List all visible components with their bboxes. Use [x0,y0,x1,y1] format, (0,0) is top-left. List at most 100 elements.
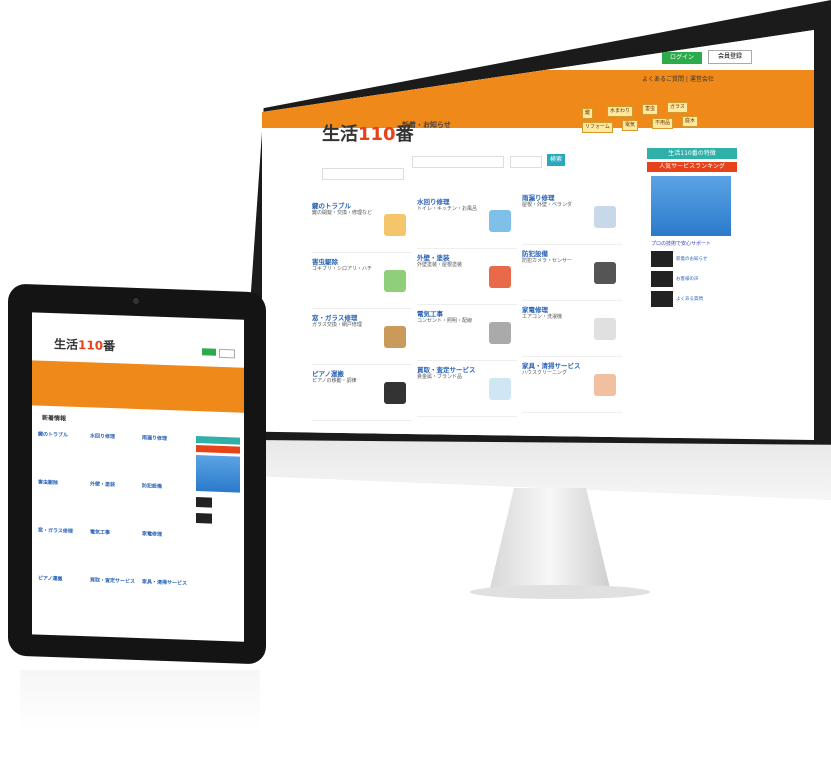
news-text: 新着のお知らせ [676,257,708,262]
category-title: 電気工事 [417,310,443,318]
category-card[interactable]: 窓・ガラス修理 ガラス交換・網戸修理 [312,312,412,365]
category-title: 防犯設備 [522,250,548,258]
tablet-register-button[interactable] [219,348,235,359]
category-card[interactable]: 鍵のトラブル 鍵の開錠・交換・修理など [312,200,412,253]
login-button[interactable]: ログイン [662,52,702,64]
keyword-tag[interactable]: 鍵 [582,108,594,119]
search-button[interactable]: 検索 [547,154,565,166]
category-text: 屋根・外壁・ベランダ [522,202,573,208]
category-card[interactable]: 買取・査定サービス 貴金属・ブランド品 [417,364,517,417]
thumbnail [651,291,673,307]
area-select[interactable] [510,156,542,168]
site-logo[interactable]: 生活110番 [322,120,414,146]
header-links[interactable]: よくあるご質問 | 運営会社 [642,74,714,83]
keyword-tag[interactable]: 電気 [622,120,639,131]
category-text: ピアノの移動・調律 [312,378,357,384]
category-card[interactable]: 防犯設備 [142,482,190,528]
faucet-icon [594,206,616,228]
news-item[interactable]: お客様の声 [651,271,733,287]
tablet-featured-image[interactable] [196,455,240,493]
tablet-search-bar [32,360,244,413]
category-card[interactable]: 防犯設備 防犯カメラ・センサー [522,248,622,301]
category-text: エアコン・洗濯機 [522,314,563,320]
keyword-tag[interactable]: リフォーム [582,122,613,133]
news-item[interactable]: 新着のお知らせ [651,251,733,267]
monitor-stand [490,488,610,588]
tablet-login-button[interactable] [202,348,216,356]
category-title: 鍵のトラブル [38,431,69,439]
keyword-tag[interactable]: 水まわり [607,106,634,117]
category-text: ゴキブリ・シロアリ・ハチ [312,266,373,272]
category-text: 外壁塗装・屋根塗装 [417,262,463,268]
keyword-tag[interactable]: 害虫 [642,104,659,115]
category-title: 窓・ガラス修理 [312,314,358,322]
category-card[interactable]: 買取・査定サービス [90,576,138,622]
paint-icon [489,210,511,232]
category-card[interactable]: 水回り修理 [90,432,138,478]
category-card[interactable]: 害虫駆除 ゴキブリ・シロアリ・ハチ [312,256,412,309]
category-text: 鍵の開錠・交換・修理など [312,210,373,216]
category-title: 鍵のトラブル [312,202,351,210]
category-text: トイレ・キッチン・お風呂 [417,206,478,212]
news-item[interactable]: よくある質問 [651,291,733,307]
register-button[interactable]: 会員登録 [708,50,752,64]
category-card[interactable]: 電気工事 [90,528,138,574]
keyword-tag[interactable]: 庭木 [682,116,699,127]
news-label: 新着・お知らせ [402,121,451,129]
category-card[interactable]: 家電修理 エアコン・洗濯機 [522,304,622,357]
category-title: 雨漏り修理 [522,194,555,202]
tablet-ranking-banner[interactable] [196,445,240,454]
category-title: 家電修理 [522,306,548,314]
category-title: 家電修理 [142,531,163,538]
news-text: お客様の声 [676,277,699,282]
tablet-sidebar [196,436,240,638]
category-title: 家具・清掃サービス [522,362,581,370]
category-card[interactable]: 外壁・塗装 外壁塗装・屋根塗装 [417,252,517,305]
category-card[interactable]: 家具・清掃サービス [142,578,190,624]
featured-image[interactable] [651,176,731,236]
category-select[interactable] [412,156,504,168]
category-title: 家具・清掃サービス [142,579,188,587]
tree-icon [384,270,406,292]
tablet-site-logo[interactable]: 生活110番 [54,335,115,354]
category-card[interactable]: 窓・ガラス修理 [38,527,86,573]
sidebar-header[interactable]: 生活110番の特徴 [647,148,737,159]
diamond-icon [489,378,511,400]
category-title: 外壁・塗装 [417,254,450,262]
ranking-banner[interactable]: 人気サービスランキング [647,162,737,172]
search-input[interactable] [322,168,404,180]
category-card[interactable]: ピアノ運搬 [38,575,86,621]
tablet-screen: 生活110番 新着情報 鍵のトラブル 水回り修理 雨漏り修理 害虫駆除 外壁・塗… [32,312,244,642]
category-card[interactable]: ピアノ運搬 ピアノの移動・調律 [312,368,412,421]
featured-caption[interactable]: プロの技術で安心サポート [651,240,733,247]
tablet-sidebar-header[interactable] [196,436,240,445]
category-card[interactable]: 害虫駆除 [38,479,86,525]
tablet-thumbnail[interactable] [196,513,212,524]
keyword-tag[interactable]: ガラス [667,102,688,113]
category-card[interactable]: 電気工事 コンセント・照明・配線 [417,308,517,361]
category-card[interactable]: 外壁・塗装 [90,480,138,526]
tablet-thumbnail[interactable] [196,497,212,508]
category-card[interactable]: 家電修理 [142,530,190,576]
category-title: 水回り修理 [417,198,450,206]
logo-suffix: 番 [103,338,116,354]
category-title: 電気工事 [90,529,111,537]
piano-icon [384,382,406,404]
category-card[interactable]: 水回り修理 トイレ・キッチン・お風呂 [417,196,517,249]
tablet-category-grid: 鍵のトラブル 水回り修理 雨漏り修理 害虫駆除 外壁・塗装 防犯設備 窓・ガラス… [38,431,194,636]
tablet-reflection [20,670,260,730]
logo-text: 生活 [54,337,79,352]
appliance-icon [594,318,616,340]
category-text: ハウスクリーニング [522,370,568,376]
category-card[interactable]: 雨漏り修理 [142,434,190,480]
roof-icon [489,266,511,288]
cleaning-icon [594,374,616,396]
category-card[interactable]: 鍵のトラブル [38,431,86,477]
category-card[interactable]: 家具・清掃サービス ハウスクリーニング [522,360,622,413]
keyword-tag[interactable]: 不用品 [652,118,674,129]
category-title: 買取・査定サービス [90,577,136,585]
sidebar: 生活110番の特徴 人気サービスランキング プロの技術で安心サポート 新着のお知… [647,148,737,438]
logo-number: 110 [358,124,396,145]
camera-icon [489,322,511,344]
category-card[interactable]: 雨漏り修理 屋根・外壁・ベランダ [522,192,622,245]
